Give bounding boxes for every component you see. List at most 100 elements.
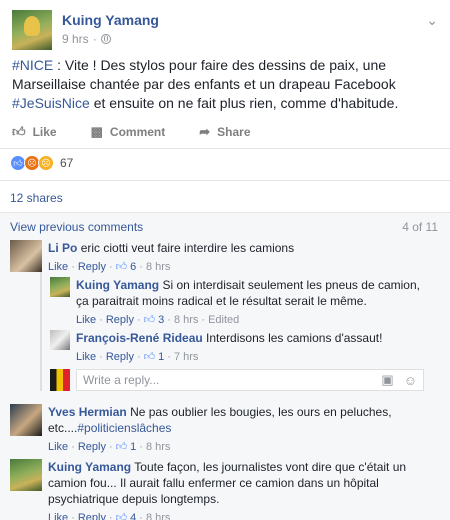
comment-like-button[interactable]: Like [48,259,68,275]
reply-thread-line [40,265,42,391]
globe-icon[interactable] [100,34,111,44]
separator: · [92,32,97,46]
comment-reply-button[interactable]: Reply [78,259,106,275]
comment-count: 4 of 11 [402,220,438,234]
comment-meta: Like · Reply · 👍︎ 3 · 8 hrs · Edited [76,312,430,328]
hashtag-jesuisnice[interactable]: #JeSuisNice [12,95,90,111]
comment-like-count[interactable]: 1 [158,349,164,365]
avatar[interactable] [50,330,70,350]
separator: · [71,512,75,520]
post-action-bar: 👍︎ Like ▩ Comment ➦ Share [12,120,438,144]
like-label: Like [32,125,57,139]
reply-input[interactable]: Write a reply... ▣ ☺ [76,369,424,391]
comment-like-button[interactable]: Like [76,312,96,328]
separator: · [139,512,143,520]
avatar[interactable] [10,459,42,491]
comment-author[interactable]: Li Po [48,241,77,255]
separator: · [99,314,103,326]
avatar[interactable] [50,277,70,297]
share-button[interactable]: ➦ Share [199,120,250,144]
comment-time[interactable]: 7 hrs [174,349,198,365]
separator: · [108,512,113,520]
separator: · [139,261,143,273]
comment: Yves Hermian Ne pas oublier les bougies,… [10,404,430,455]
reply-composer: Write a reply... ▣ ☺ [50,368,424,392]
reactions-summary[interactable]: 👍︎ ☹ ☹ 67 [10,155,73,171]
comment-author[interactable]: Kuing Yamang [48,460,131,474]
comment-like-count[interactable]: 3 [158,312,164,328]
smiley-icon[interactable]: ☺ [404,373,417,388]
comment-reply: Kuing Yamang Si on interdisait seulement… [50,277,430,328]
share-icon: ➦ [199,124,211,139]
like-button[interactable]: 👍︎ Like [12,120,57,144]
separator: · [71,261,75,273]
comment-body: Kuing Yamang Toute façon, les journalist… [48,459,430,520]
comment-meta: Like · Reply · 👍︎ 4 · 8 hrs [48,510,430,520]
avatar[interactable] [10,404,42,436]
comment-time[interactable]: 8 hrs [174,312,198,328]
avatar [50,369,70,391]
thumbs-up-icon: 👍︎ [143,314,156,326]
thumbs-up-icon: 👍︎ [143,351,156,363]
comment-meta: Like · Reply · 👍︎ 6 · 8 hrs [48,259,294,275]
separator: · [139,441,143,453]
comment-text: Interdisons les camions d'assaut! [206,331,383,345]
thumbs-up-icon: 👍︎ [115,441,128,453]
avatar[interactable] [10,240,42,272]
divider [0,212,450,213]
separator: · [71,441,75,453]
post-header: Kuing Yamang 9 hrs · ⌄ [12,10,438,50]
comment-like-button[interactable]: Like [76,349,96,365]
edited-label[interactable]: Edited [208,312,239,328]
separator: · [108,261,113,273]
camera-icon[interactable]: ▣ [381,372,393,388]
comment-meta: Like · Reply · 👍︎ 1 · 8 hrs [48,439,430,455]
comment-like-button[interactable]: Like [48,439,68,455]
comment-like-count[interactable]: 6 [130,259,136,275]
post-author[interactable]: Kuing Yamang [62,12,159,28]
separator: · [167,351,171,363]
comment-author[interactable]: François-René Rideau [76,331,203,345]
comment-author[interactable]: Yves Hermian [48,405,127,419]
thumbs-up-icon: 👍︎ [115,261,128,273]
comment-time[interactable]: 8 hrs [146,439,170,455]
comment-meta: Like · Reply · 👍︎ 1 · 7 hrs [76,349,382,365]
comment-reply-button[interactable]: Reply [78,510,106,520]
shares-link[interactable]: 12 shares [10,191,63,205]
comment-like-button[interactable]: Like [48,510,68,520]
comment-reply: François-René Rideau Interdisons les cam… [50,330,430,365]
comment-body: Yves Hermian Ne pas oublier les bougies,… [48,404,430,455]
comment-label: Comment [109,125,166,139]
post-text: #NICE : Vite ! Des stylos pour faire des… [12,56,438,113]
comment-body: François-René Rideau Interdisons les cam… [76,330,382,365]
comment-author[interactable]: Kuing Yamang [76,278,159,292]
separator: · [136,314,141,326]
chevron-down-icon[interactable]: ⌄ [426,12,438,29]
comment-reply-button[interactable]: Reply [106,349,134,365]
comment-like-count[interactable]: 1 [130,439,136,455]
divider [0,180,450,181]
separator: · [167,314,171,326]
post-time[interactable]: 9 hrs [62,32,89,46]
sad-reaction-icon: ☹ [38,155,54,171]
thumbs-up-icon: 👍︎ [12,124,26,139]
separator: · [136,351,141,363]
comment-reply-button[interactable]: Reply [78,439,106,455]
comment: Kuing Yamang Toute façon, les journalist… [10,459,430,520]
comment-button[interactable]: ▩ Comment [91,120,166,144]
comment-body: Li Po eric ciotti veut faire interdire l… [48,240,294,275]
share-label: Share [217,125,251,139]
comment-time[interactable]: 8 hrs [146,510,170,520]
view-previous-comments[interactable]: View previous comments [10,220,143,234]
reply-placeholder: Write a reply... [83,373,160,387]
author-avatar[interactable] [12,10,52,50]
separator: · [108,441,113,453]
hashtag-politicienslaches[interactable]: #politicienslâches [77,421,171,435]
post-body: : Vite ! Des stylos pour faire des dessi… [12,57,396,92]
separator: · [201,314,206,326]
comment-time[interactable]: 8 hrs [146,259,170,275]
hashtag-nice[interactable]: #NICE [12,57,53,73]
comment-reply-button[interactable]: Reply [106,312,134,328]
comment-like-count[interactable]: 4 [130,510,136,520]
comment-icon: ▩ [90,124,103,139]
